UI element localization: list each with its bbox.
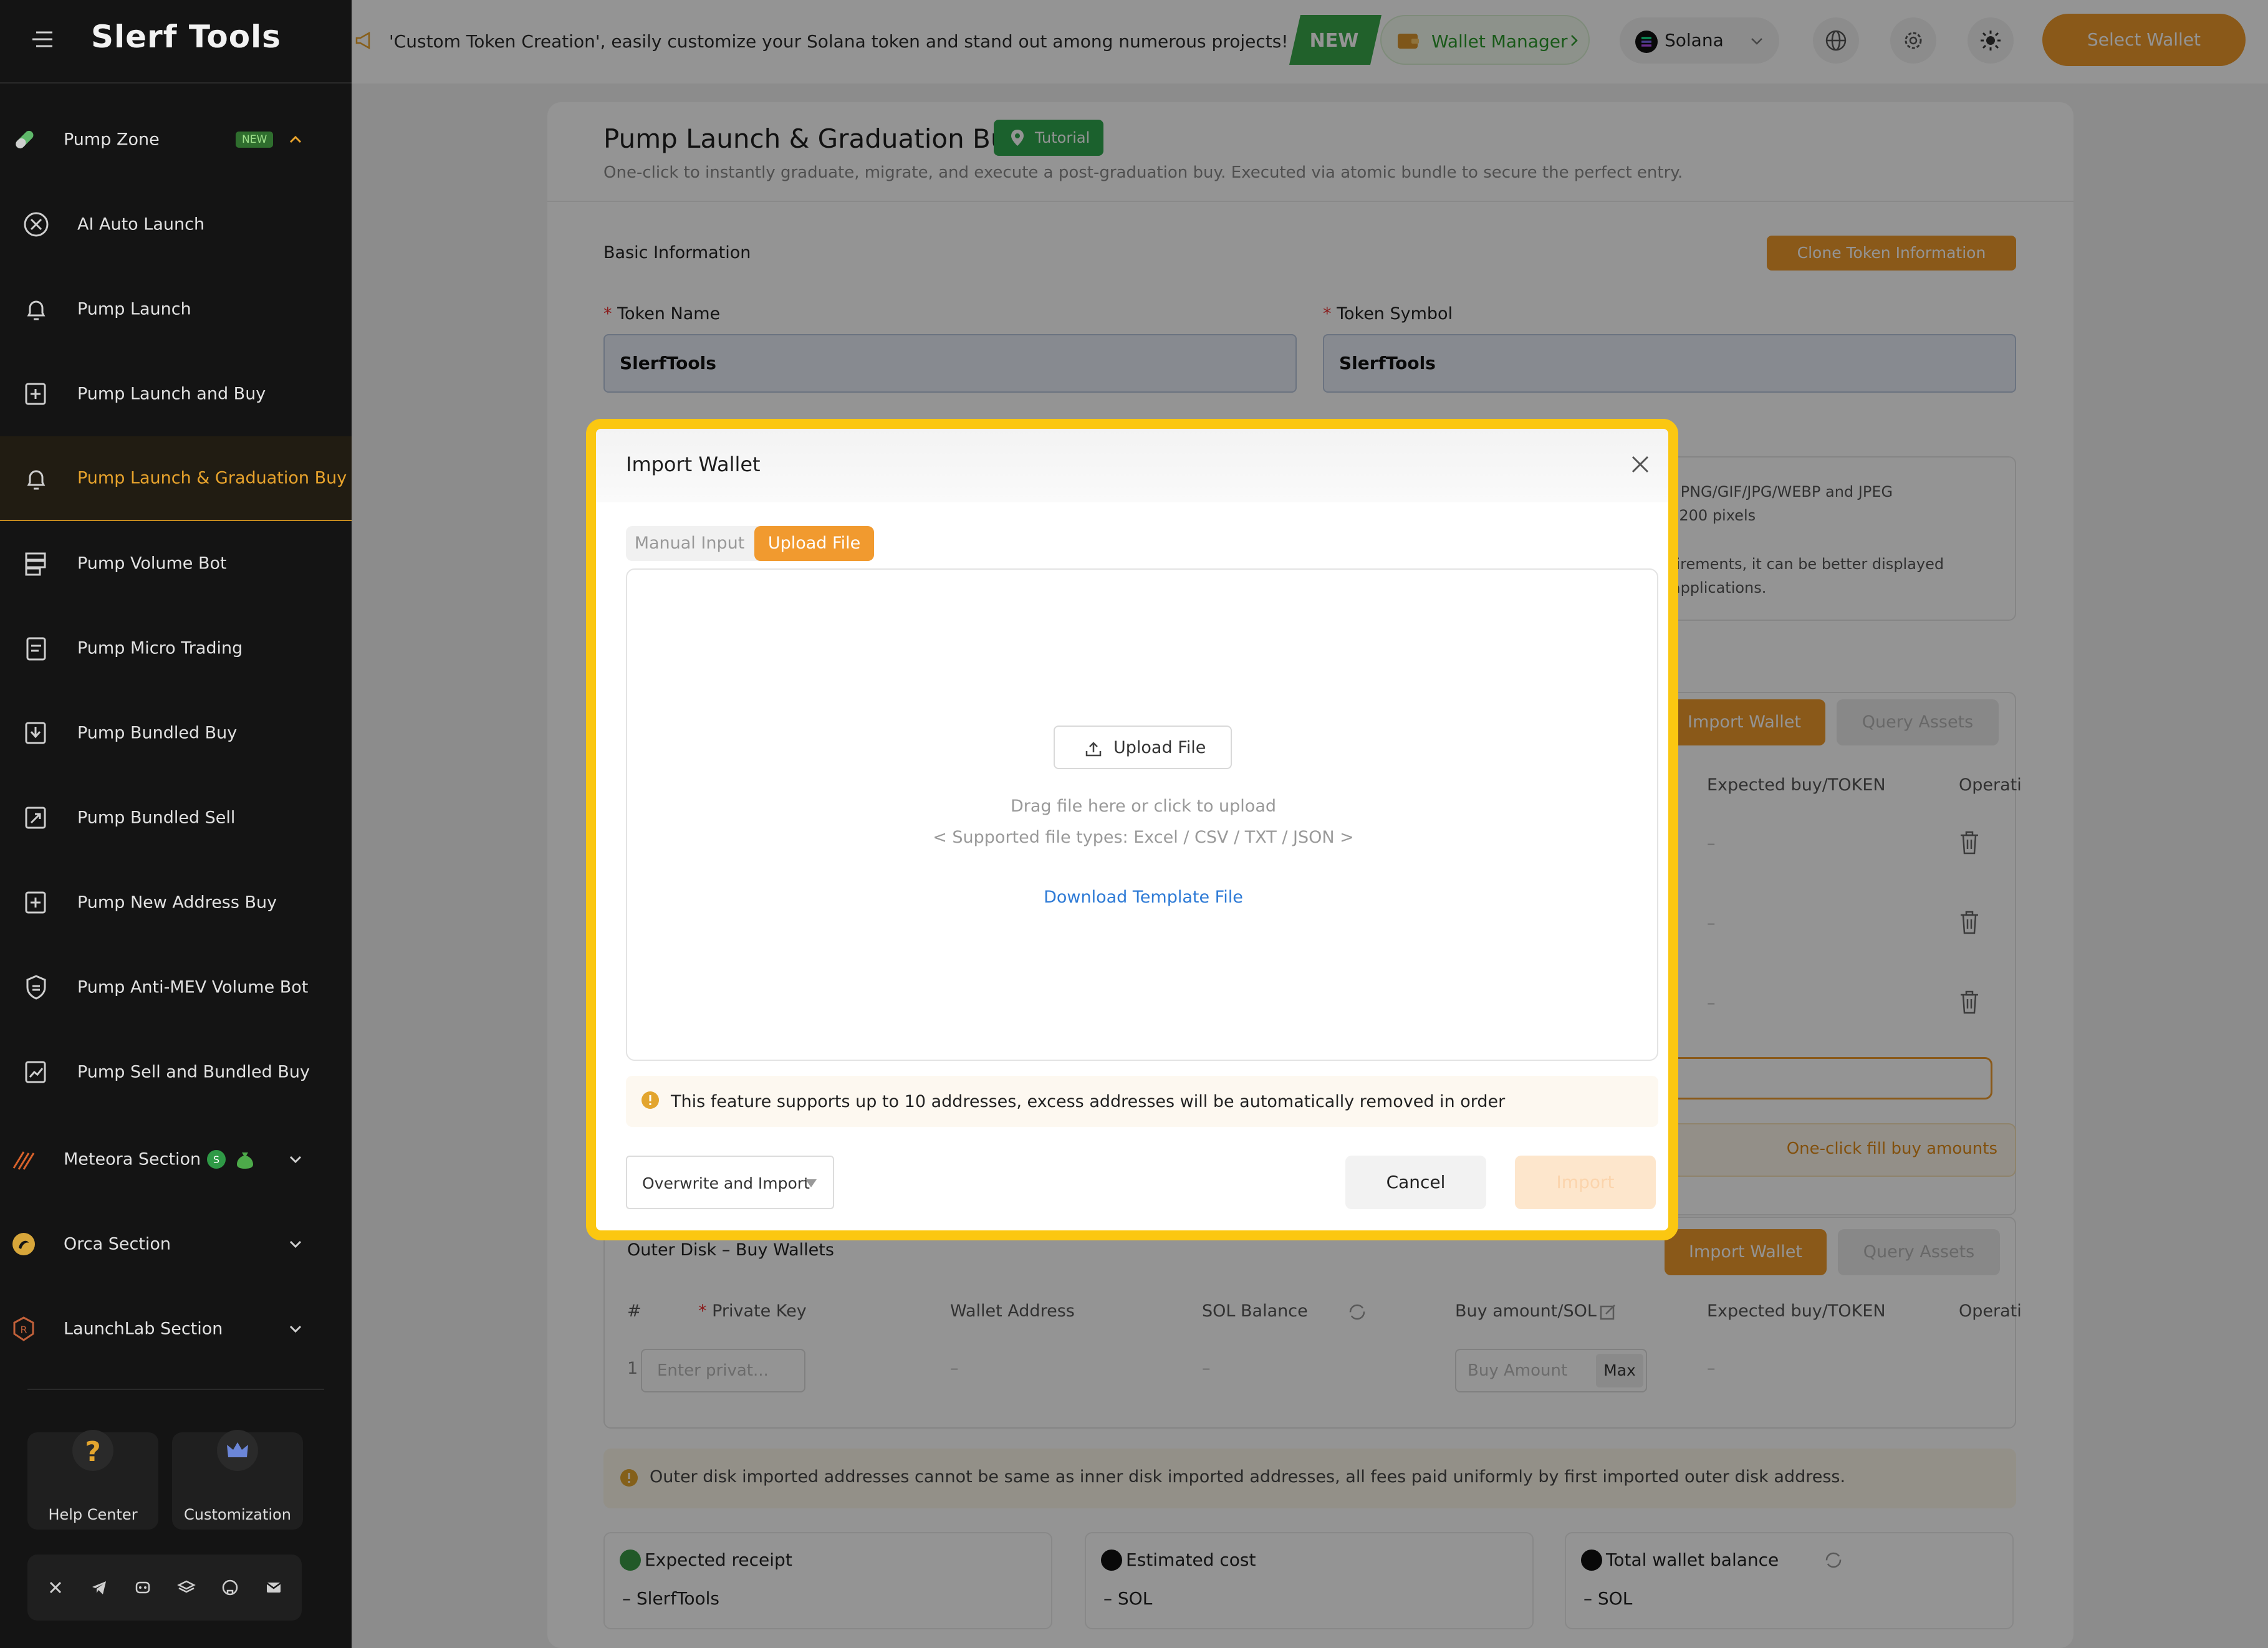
- clipboard-icon: [21, 633, 51, 663]
- sidebar-item-label: Pump New Address Buy: [77, 893, 277, 913]
- add-box-icon: [21, 888, 51, 917]
- chevron-down-icon: [288, 1324, 303, 1334]
- caret-down-icon: [805, 1179, 817, 1187]
- sidebar-item-launchlab-section[interactable]: R LaunchLab Section: [0, 1286, 352, 1371]
- svg-text:R: R: [20, 1324, 27, 1336]
- tab-upload-file[interactable]: Upload File: [754, 526, 874, 561]
- sidebar-item-pump-sell-and-bundled-buy[interactable]: Pump Sell and Bundled Buy: [0, 1030, 352, 1114]
- address-limit-warning: This feature supports up to 10 addresses…: [626, 1076, 1658, 1127]
- sidebar-item-label: Pump Zone: [64, 130, 160, 150]
- sidebar-item-ai-auto-launch[interactable]: AI Auto Launch: [0, 182, 352, 267]
- sidebar-item-label: Pump Bundled Sell: [77, 808, 236, 828]
- orca-icon: [9, 1229, 39, 1259]
- menu-icon[interactable]: [31, 30, 54, 49]
- sidebar-divider: [27, 1389, 324, 1390]
- sidebar-item-label: Pump Launch & Graduation Buy: [77, 468, 347, 488]
- import-button[interactable]: Import: [1515, 1156, 1656, 1209]
- upload-file-button[interactable]: Upload File: [1054, 726, 1232, 769]
- green-token-icon: S: [206, 1149, 227, 1170]
- chevron-down-icon: [288, 1239, 303, 1249]
- download-box-icon: [21, 718, 51, 748]
- tab-manual-input[interactable]: Manual Input: [626, 526, 753, 561]
- bell-icon: [21, 294, 51, 324]
- warning-icon: [641, 1091, 660, 1109]
- logo[interactable]: Slerf Tools: [91, 19, 281, 55]
- sidebar-item-pump-launch-graduation-buy[interactable]: Pump Launch & Graduation Buy: [0, 436, 352, 521]
- sidebar-item-pump-new-address-buy[interactable]: Pump New Address Buy: [0, 860, 352, 945]
- help-center-icon: ?: [72, 1430, 113, 1471]
- file-drop-zone[interactable]: Upload File Drag file here or click to u…: [626, 568, 1658, 1061]
- sidebar-item-pump-bundled-sell[interactable]: Pump Bundled Sell: [0, 775, 352, 860]
- bell-icon: [21, 464, 51, 494]
- sidebar-item-label: Pump Sell and Bundled Buy: [77, 1062, 310, 1082]
- sidebar-item-meteora-section[interactable]: Meteora Section S: [0, 1117, 352, 1202]
- chevron-up-icon: [288, 135, 303, 145]
- sidebar-item-pump-micro-trading[interactable]: Pump Micro Trading: [0, 606, 352, 691]
- crown-icon: [217, 1430, 258, 1471]
- x-circle-icon: [21, 209, 51, 239]
- modal-header: Import Wallet: [596, 429, 1668, 502]
- download-template-link[interactable]: Download Template File: [627, 888, 1660, 907]
- sidebar: Slerf Tools Pump Zone NEW AI Auto Launch…: [0, 0, 352, 1648]
- social-links: [27, 1555, 302, 1621]
- sidebar-item-pump-bundled-buy[interactable]: Pump Bundled Buy: [0, 691, 352, 775]
- money-bag-icon: [234, 1149, 256, 1170]
- import-mode-select[interactable]: Overwrite and Import: [626, 1156, 834, 1209]
- import-wallet-modal: Import Wallet Manual Input Upload File U…: [586, 419, 1678, 1240]
- upload-icon: [1085, 742, 1102, 757]
- supported-types: < Supported file types: Excel / CSV / TX…: [933, 828, 1354, 847]
- stack-icon[interactable]: [177, 1578, 196, 1597]
- help-center-label: Help Center: [48, 1506, 138, 1523]
- chart-box-icon: [21, 1057, 51, 1087]
- sidebar-item-label: Pump Launch: [77, 299, 191, 319]
- close-icon[interactable]: [1630, 454, 1651, 475]
- cancel-button[interactable]: Cancel: [1345, 1156, 1486, 1209]
- svg-text:?: ?: [85, 1436, 101, 1468]
- modal-title: Import Wallet: [626, 453, 761, 476]
- sidebar-item-pump-launch[interactable]: Pump Launch: [0, 267, 352, 352]
- external-box-icon: [21, 803, 51, 833]
- add-box-icon: [21, 379, 51, 409]
- shield-icon: [21, 972, 51, 1002]
- telegram-icon[interactable]: [90, 1578, 108, 1597]
- sidebar-item-label: Meteora Section: [64, 1149, 201, 1169]
- sidebar-item-label: Orca Section: [64, 1234, 171, 1254]
- brand-header: Slerf Tools: [0, 0, 352, 84]
- pill-icon: [9, 125, 39, 155]
- customization-card[interactable]: Customization: [172, 1430, 303, 1530]
- new-badge: NEW: [236, 132, 274, 148]
- sidebar-item-label: Pump Volume Bot: [77, 553, 227, 573]
- sidebar-item-orca-section[interactable]: Orca Section: [0, 1202, 352, 1286]
- launchlab-icon: R: [9, 1314, 39, 1344]
- meteora-icon: [9, 1144, 39, 1174]
- sidebar-item-pump-zone[interactable]: Pump Zone NEW: [0, 97, 352, 182]
- sidebar-item-label: Pump Launch and Buy: [77, 384, 266, 404]
- x-icon[interactable]: [46, 1578, 65, 1597]
- sidebar-item-label: AI Auto Launch: [77, 214, 205, 234]
- discord-icon[interactable]: [133, 1578, 152, 1597]
- mail-icon[interactable]: [264, 1578, 283, 1597]
- sidebar-item-label: LaunchLab Section: [64, 1319, 223, 1339]
- sidebar-item-pump-volume-bot[interactable]: Pump Volume Bot: [0, 521, 352, 606]
- sidebar-item-label: Pump Micro Trading: [77, 638, 243, 658]
- sidebar-item-label: Pump Anti-MEV Volume Bot: [77, 977, 309, 997]
- server-icon: [21, 549, 51, 578]
- customization-label: Customization: [184, 1506, 291, 1523]
- chevron-down-icon: [288, 1154, 303, 1164]
- sidebar-item-pump-anti-mev-volume-bot[interactable]: Pump Anti-MEV Volume Bot: [0, 945, 352, 1030]
- drag-hint: Drag file here or click to upload: [1010, 797, 1277, 816]
- github-icon[interactable]: [221, 1578, 239, 1597]
- sidebar-item-pump-launch-and-buy[interactable]: Pump Launch and Buy: [0, 352, 352, 436]
- help-center-card[interactable]: ? Help Center: [27, 1430, 158, 1530]
- sidebar-item-label: Pump Bundled Buy: [77, 723, 238, 743]
- svg-text:S: S: [213, 1154, 219, 1166]
- import-mode-tabs: Manual Input Upload File: [626, 526, 874, 561]
